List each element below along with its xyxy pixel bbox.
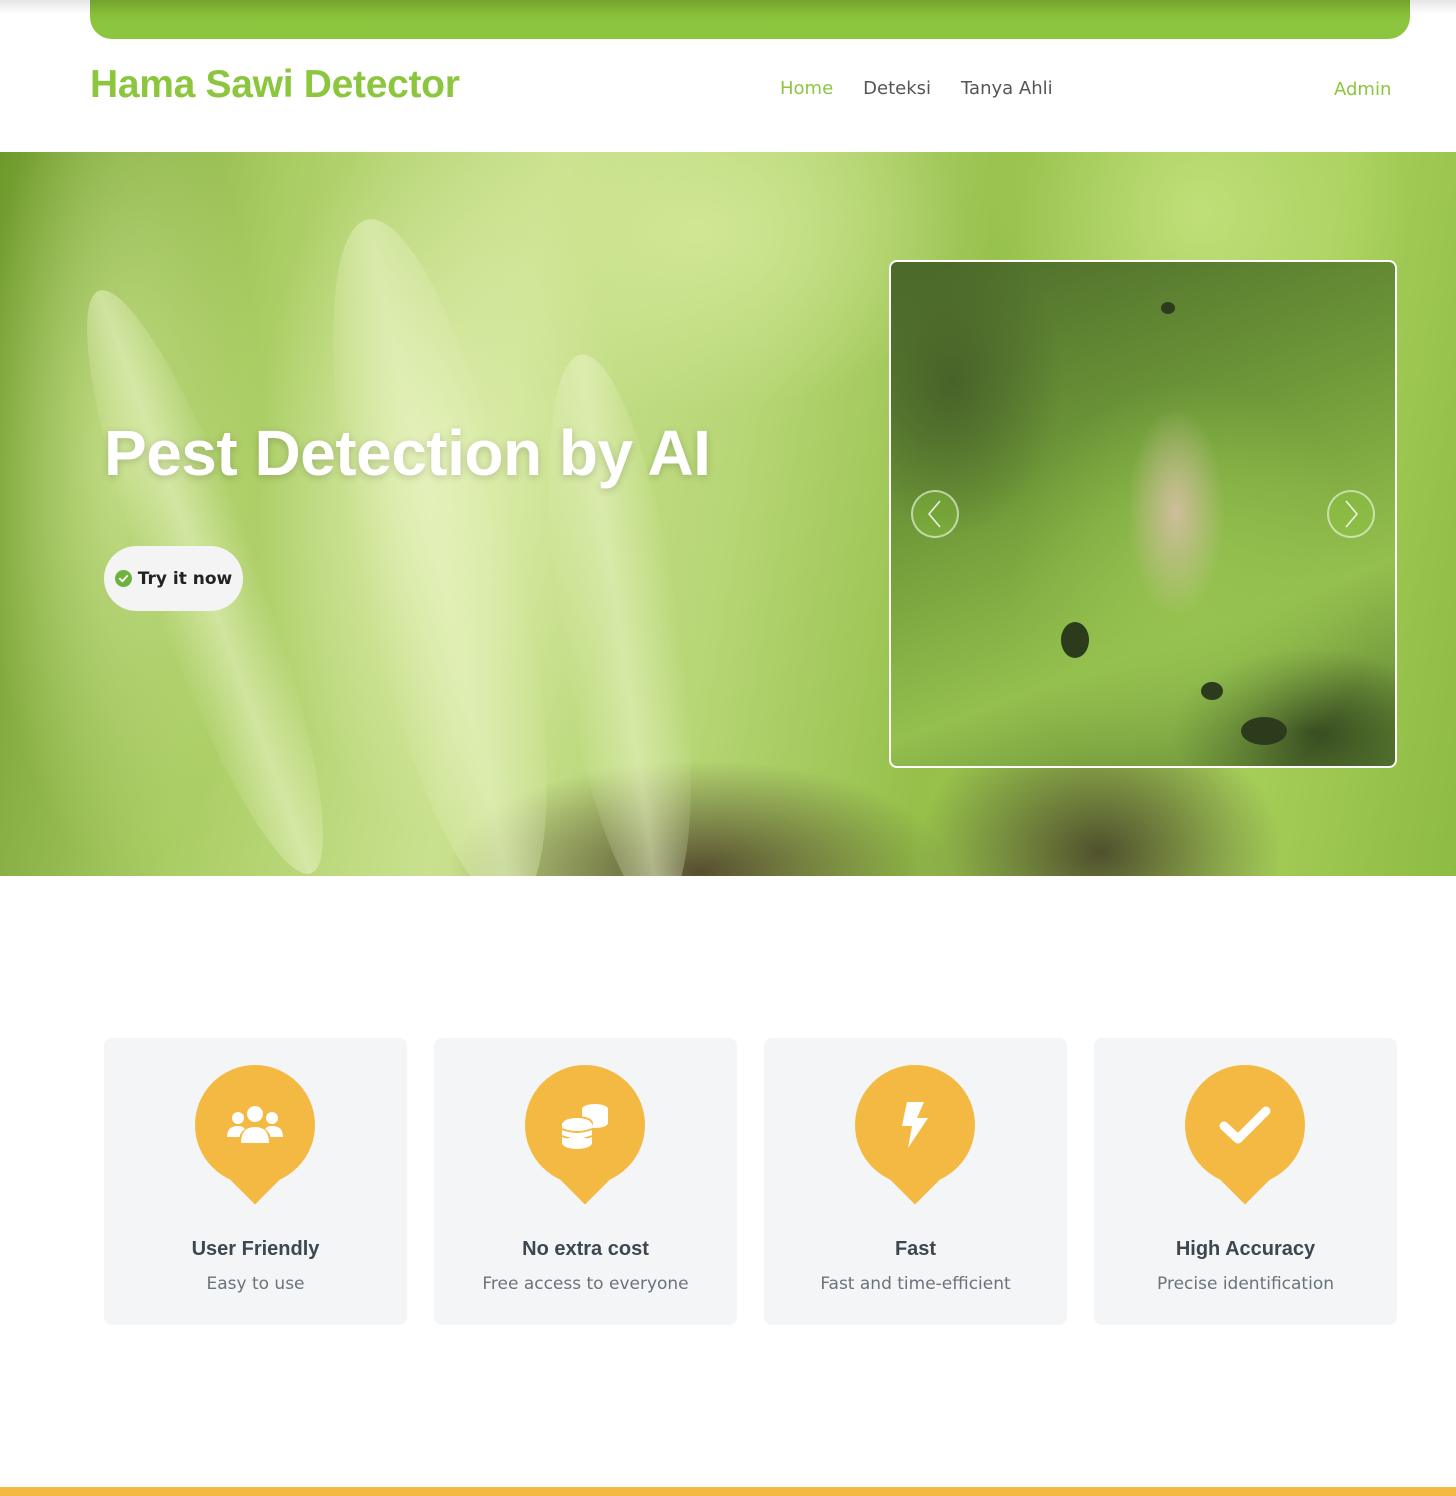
feature-title: No extra cost xyxy=(522,1238,649,1260)
feature-description: Free access to everyone xyxy=(482,1274,689,1294)
feature-badge xyxy=(1185,1065,1305,1185)
chevron-left-icon xyxy=(927,500,941,528)
footer-accent-strip xyxy=(0,1487,1456,1496)
hero-title: Pest Detection by AI xyxy=(104,417,711,489)
feature-title: Fast xyxy=(894,1238,937,1260)
admin-link[interactable]: Admin xyxy=(1334,79,1391,100)
leaf-damage-spot xyxy=(1161,302,1175,314)
bolt-icon xyxy=(902,1102,928,1148)
nav-item-home[interactable]: Home xyxy=(780,78,833,99)
feature-card-high-accuracy: High Accuracy Precise identification xyxy=(1094,1038,1397,1325)
try-it-now-label: Try it now xyxy=(137,568,233,589)
feature-description: Easy to use xyxy=(206,1274,305,1294)
feature-description: Precise identification xyxy=(1157,1274,1334,1294)
feature-card-no-extra-cost: No extra cost Free access to everyone xyxy=(434,1038,737,1325)
main-nav: Home Deteksi Tanya Ahli xyxy=(780,78,1053,99)
carousel-prev-button[interactable] xyxy=(911,490,959,538)
hero-section: Pest Detection by AI Try it now xyxy=(0,152,1456,876)
check-circle-icon xyxy=(114,570,132,587)
hero-image-carousel[interactable] xyxy=(889,260,1397,768)
feature-title: User Friendly xyxy=(191,1238,320,1260)
users-icon xyxy=(227,1106,283,1143)
site-header: Hama Sawi Detector Home Deteksi Tanya Ah… xyxy=(0,39,1456,152)
chevron-right-icon xyxy=(1345,500,1359,528)
leaf-damage-spot xyxy=(1061,622,1089,658)
hero-bg-leaf-highlight xyxy=(288,203,592,876)
feature-badge xyxy=(855,1065,975,1185)
feature-description: Fast and time-efficient xyxy=(820,1274,1011,1294)
nav-item-deteksi[interactable]: Deteksi xyxy=(863,78,931,99)
leaf-damage-spot xyxy=(1241,717,1287,745)
leaf-damage-spot xyxy=(1201,682,1223,700)
feature-badge xyxy=(195,1065,315,1185)
check-icon xyxy=(1219,1106,1271,1144)
features-section: User Friendly Easy to use No extra cost … xyxy=(104,1038,1397,1325)
try-it-now-button[interactable]: Try it now xyxy=(104,546,243,611)
feature-card-user-friendly: User Friendly Easy to use xyxy=(104,1038,407,1325)
coins-icon xyxy=(561,1104,608,1149)
feature-title: High Accuracy xyxy=(1175,1238,1316,1260)
nav-item-tanya-ahli[interactable]: Tanya Ahli xyxy=(961,78,1053,99)
feature-card-fast: Fast Fast and time-efficient xyxy=(764,1038,1067,1325)
feature-badge xyxy=(525,1065,645,1185)
top-accent-bar xyxy=(90,0,1410,39)
carousel-next-button[interactable] xyxy=(1327,490,1375,538)
brand-logo-text[interactable]: Hama Sawi Detector xyxy=(90,63,460,107)
